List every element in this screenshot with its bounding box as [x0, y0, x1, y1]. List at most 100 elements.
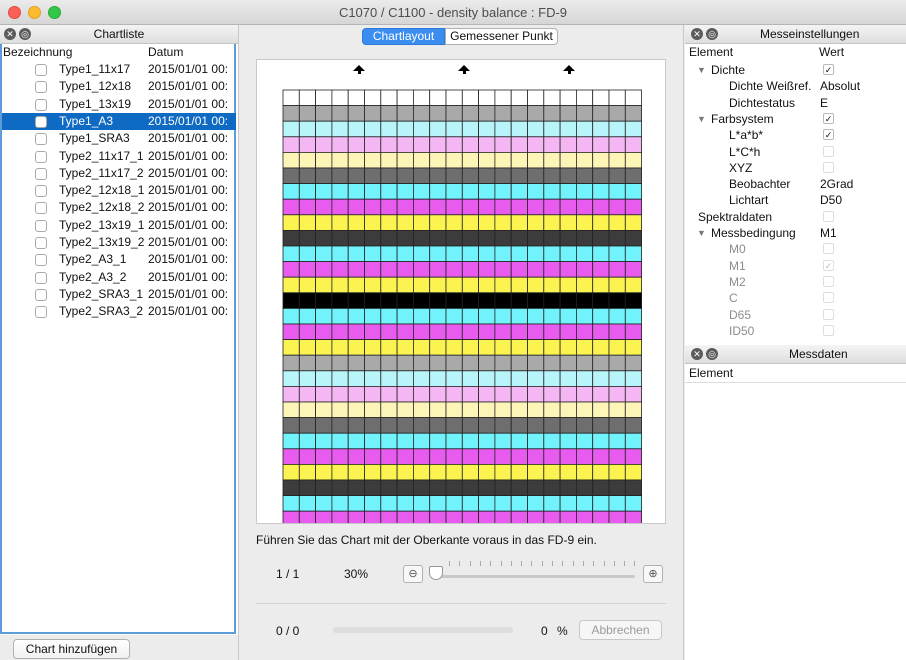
- settings-col-element[interactable]: Element: [689, 45, 733, 59]
- row-checkbox[interactable]: [35, 150, 47, 163]
- settings-list[interactable]: ▼ Dichte ✓ Dichte Weißref. Absolut Dichtestat…: [685, 62, 906, 344]
- chart-list-row[interactable]: Type1_13x19 2015/01/01 00:: [2, 96, 236, 113]
- detach-icon[interactable]: ◎: [706, 28, 718, 40]
- tab-measured-point[interactable]: Gemessener Punkt: [445, 28, 558, 45]
- settings-row[interactable]: XYZ: [685, 160, 906, 176]
- zoom-out-button[interactable]: ⊖: [403, 565, 423, 583]
- row-checkbox[interactable]: [35, 81, 47, 94]
- close-window-button[interactable]: [8, 6, 21, 19]
- add-chart-button[interactable]: Chart hinzufügen: [13, 639, 130, 659]
- color-patch: [364, 385, 382, 403]
- close-icon[interactable]: ✕: [4, 28, 16, 40]
- close-icon[interactable]: ✕: [691, 28, 703, 40]
- settings-row[interactable]: ▼ Farbsystem ✓: [685, 111, 906, 127]
- chart-list-row[interactable]: Type2_SRA3_2 2015/01/01 00:: [2, 303, 236, 320]
- disclosure-triangle-icon[interactable]: ▼: [697, 225, 706, 241]
- color-patch: [527, 448, 545, 465]
- chart-list-row[interactable]: Type1_A3 2015/01/01 00:: [2, 112, 236, 131]
- settings-row[interactable]: Beobachter 2Grad: [685, 176, 906, 192]
- chart-list-row[interactable]: Type1_SRA3 2015/01/01 00:: [2, 130, 236, 147]
- settings-row[interactable]: Dichtestatus E: [685, 95, 906, 111]
- settings-row[interactable]: L*a*b* ✓: [685, 127, 906, 143]
- settings-checkbox[interactable]: [823, 210, 834, 222]
- settings-row[interactable]: Dichte Weißref. Absolut: [685, 78, 906, 94]
- row-checkbox[interactable]: [35, 237, 47, 249]
- row-checkbox[interactable]: [35, 64, 47, 76]
- row-checkbox[interactable]: [35, 133, 47, 146]
- zoom-slider[interactable]: [432, 575, 635, 578]
- settings-row[interactable]: ▼ Dichte ✓: [685, 62, 906, 78]
- color-patch: [543, 120, 561, 138]
- measure-col-element[interactable]: Element: [689, 366, 733, 380]
- color-patch: [592, 463, 610, 481]
- row-checkbox[interactable]: [35, 98, 47, 111]
- chart-list-row[interactable]: Type2_13x19_2 2015/01/01 00:: [2, 234, 236, 251]
- settings-checkbox[interactable]: [823, 308, 834, 320]
- settings-row[interactable]: Lichtart D50: [685, 192, 906, 208]
- settings-row[interactable]: M0: [685, 241, 906, 257]
- row-checkbox[interactable]: [35, 271, 47, 284]
- chart-list-row[interactable]: Type2_11x17_2 2015/01/01 00:: [2, 165, 236, 182]
- settings-row[interactable]: ID50: [685, 323, 906, 339]
- zoom-slider-thumb[interactable]: [429, 566, 443, 580]
- row-checkbox[interactable]: [35, 254, 47, 267]
- disclosure-triangle-icon[interactable]: ▼: [697, 111, 706, 127]
- settings-row[interactable]: C: [685, 290, 906, 306]
- color-patch: [527, 417, 545, 434]
- color-patch: [282, 167, 300, 185]
- settings-row[interactable]: Spektraldaten: [685, 209, 906, 225]
- chart-list-row[interactable]: Type2_11x17_1 2015/01/01 00:: [2, 148, 236, 165]
- row-checkbox[interactable]: [35, 306, 47, 319]
- chart-list-row[interactable]: Type1_11x17 2015/01/01 00:: [2, 61, 236, 78]
- settings-row[interactable]: L*C*h: [685, 144, 906, 160]
- settings-checkbox[interactable]: ✓: [823, 64, 834, 75]
- row-checkbox[interactable]: [35, 185, 47, 198]
- row-checkbox[interactable]: [35, 202, 47, 215]
- chart-list-row[interactable]: Type2_12x18_2 2015/01/01 00:: [2, 199, 236, 216]
- settings-checkbox[interactable]: [823, 243, 834, 255]
- detach-icon[interactable]: ◎: [706, 348, 718, 360]
- settings-checkbox[interactable]: [823, 145, 834, 157]
- color-patch: [527, 89, 545, 107]
- row-checkbox[interactable]: [35, 115, 47, 128]
- detach-icon[interactable]: ◎: [19, 28, 31, 40]
- settings-row[interactable]: ▼ Messbedingung M1: [685, 225, 906, 241]
- settings-checkbox[interactable]: ✓: [823, 112, 834, 124]
- settings-row[interactable]: M1 ✓: [685, 258, 906, 274]
- settings-row[interactable]: D65: [685, 307, 906, 323]
- chart-list-row[interactable]: Type2_A3_2 2015/01/01 00:: [2, 269, 236, 286]
- settings-checkbox[interactable]: [823, 324, 834, 336]
- zoom-in-button[interactable]: ⊕: [643, 565, 663, 583]
- chart-list-row[interactable]: Type2_A3_1 2015/01/01 00:: [2, 251, 236, 268]
- color-patch: [510, 245, 528, 263]
- disclosure-triangle-icon[interactable]: ▼: [697, 62, 706, 78]
- chart-list-row[interactable]: Type1_12x18 2015/01/01 00:: [2, 78, 236, 95]
- row-checkbox[interactable]: [35, 219, 47, 232]
- chart-list-row[interactable]: Type2_12x18_1 2015/01/01 00:: [2, 182, 236, 199]
- chart-name: Type1_SRA3: [59, 131, 130, 146]
- column-header-name[interactable]: Bezeichnung: [3, 44, 72, 60]
- chart-list-row[interactable]: Type2_SRA3_1 2015/01/01 00:: [2, 286, 236, 303]
- tab-chartlayout[interactable]: Chartlayout: [362, 28, 445, 45]
- minimize-window-button[interactable]: [28, 6, 41, 19]
- settings-checkbox[interactable]: [823, 161, 834, 173]
- settings-checkbox[interactable]: ✓: [823, 129, 834, 141]
- color-patch: [510, 463, 528, 481]
- color-patch: [494, 152, 512, 169]
- chart-list[interactable]: Bezeichnung Datum Type1_11x17 2015/01/01 …: [0, 44, 236, 634]
- close-icon[interactable]: ✕: [691, 348, 703, 360]
- color-patch: [380, 214, 398, 231]
- chart-list-row[interactable]: Type2_13x19_1 2015/01/01 00:: [2, 217, 236, 234]
- color-patch: [412, 448, 431, 465]
- settings-row[interactable]: M2: [685, 274, 906, 290]
- column-header-date[interactable]: Datum: [148, 44, 183, 60]
- zoom-window-button[interactable]: [48, 6, 61, 19]
- settings-checkbox[interactable]: [823, 275, 834, 287]
- row-checkbox[interactable]: [35, 288, 47, 301]
- settings-col-value[interactable]: Wert: [819, 45, 844, 59]
- settings-checkbox[interactable]: ✓: [823, 259, 834, 271]
- cancel-button[interactable]: Abbrechen: [579, 620, 662, 640]
- row-checkbox[interactable]: [35, 167, 47, 180]
- color-patch: [608, 354, 626, 372]
- settings-checkbox[interactable]: [823, 292, 834, 304]
